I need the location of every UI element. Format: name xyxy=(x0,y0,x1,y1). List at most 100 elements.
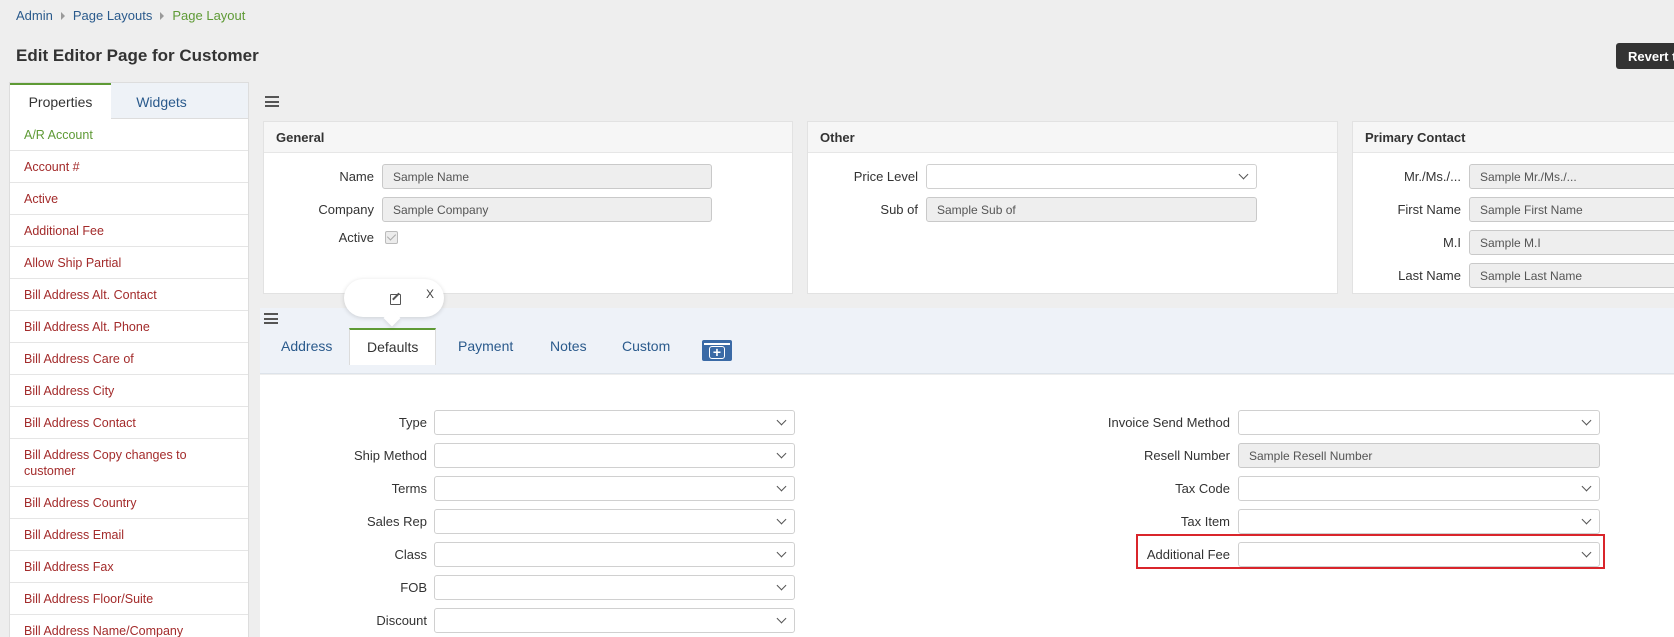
additional-fee-highlight xyxy=(1136,534,1605,569)
property-item[interactable]: Allow Ship Partial xyxy=(10,247,248,279)
property-item[interactable]: Bill Address Alt. Phone xyxy=(10,311,248,343)
fob-label: FOB xyxy=(400,580,427,595)
first-name-field[interactable]: Sample First Name xyxy=(1469,197,1674,222)
chevron-down-icon xyxy=(776,448,787,459)
chevron-down-icon xyxy=(1581,481,1592,492)
page-title: Edit Editor Page for Customer xyxy=(16,46,259,65)
add-tab-icon[interactable]: + xyxy=(702,340,732,361)
property-item[interactable]: Bill Address Fax xyxy=(10,551,248,583)
tax-code-select[interactable] xyxy=(1238,476,1600,501)
class-label: Class xyxy=(394,547,427,562)
plus-icon: + xyxy=(709,345,725,359)
tab-payment[interactable]: Payment xyxy=(458,328,513,364)
resell-number-label: Resell Number xyxy=(1144,448,1230,463)
chevron-down-icon xyxy=(776,514,787,525)
property-item[interactable]: A/R Account xyxy=(10,119,248,151)
other-panel: Other Price Level Sub of Sample Sub of xyxy=(807,121,1338,294)
primary-contact-title: Primary Contact xyxy=(1353,122,1674,153)
company-label: Company xyxy=(318,202,374,217)
tax-code-label: Tax Code xyxy=(1175,481,1230,496)
terms-select[interactable] xyxy=(434,476,795,501)
last-name-label: Last Name xyxy=(1398,268,1461,283)
sub-of-label: Sub of xyxy=(880,202,918,217)
hamburger-menu-icon[interactable] xyxy=(265,96,279,107)
properties-list: A/R Account Account # Active Additional … xyxy=(10,119,248,637)
revert-button[interactable]: Revert t xyxy=(1616,43,1674,69)
price-level-label: Price Level xyxy=(853,169,918,184)
property-item[interactable]: Bill Address Name/Company xyxy=(10,615,248,637)
mi-label: M.I xyxy=(1442,235,1461,250)
property-item[interactable]: Account # xyxy=(10,151,248,183)
ship-method-label: Ship Method xyxy=(354,448,427,463)
tab-address[interactable]: Address xyxy=(281,328,332,364)
tab-defaults[interactable]: Defaults xyxy=(349,328,437,365)
tax-item-select[interactable] xyxy=(1238,509,1600,534)
property-item[interactable]: Additional Fee xyxy=(10,215,248,247)
property-item[interactable]: Bill Address Copy changes to customer xyxy=(10,439,248,487)
chevron-down-icon xyxy=(776,547,787,558)
chevron-down-icon xyxy=(776,580,787,591)
type-select[interactable] xyxy=(434,410,795,435)
property-item[interactable]: Active xyxy=(10,183,248,215)
defaults-content: Type Ship Method Terms Sales Rep Class F… xyxy=(260,375,1674,637)
ship-method-select[interactable] xyxy=(434,443,795,468)
sub-of-field[interactable]: Sample Sub of xyxy=(926,197,1257,222)
close-icon[interactable]: X xyxy=(426,287,434,301)
discount-select[interactable] xyxy=(434,608,795,633)
property-item[interactable]: Bill Address Alt. Contact xyxy=(10,279,248,311)
discount-label: Discount xyxy=(376,613,427,628)
invoice-send-method-select[interactable] xyxy=(1238,410,1600,435)
breadcrumb-current: Page Layout xyxy=(172,8,246,23)
mi-field[interactable]: Sample M.I xyxy=(1469,230,1674,255)
property-item[interactable]: Bill Address Care of xyxy=(10,343,248,375)
mr-ms-label: Mr./Ms./... xyxy=(1403,169,1461,184)
chevron-down-icon xyxy=(776,481,787,492)
active-label: Active xyxy=(338,230,374,245)
edit-icon[interactable] xyxy=(390,294,401,305)
tab-custom[interactable]: Custom xyxy=(622,328,670,364)
active-checkbox[interactable] xyxy=(385,231,398,244)
name-field[interactable]: Sample Name xyxy=(382,164,712,189)
first-name-label: First Name xyxy=(1397,202,1461,217)
fob-select[interactable] xyxy=(434,575,795,600)
sales-rep-label: Sales Rep xyxy=(367,514,427,529)
breadcrumb-page-layouts[interactable]: Page Layouts xyxy=(73,8,153,23)
property-item[interactable]: Bill Address Email xyxy=(10,519,248,551)
chevron-down-icon xyxy=(1581,415,1592,426)
type-label: Type xyxy=(398,415,427,430)
left-tabs: Properties Widgets xyxy=(10,83,248,119)
property-item[interactable]: Bill Address Floor/Suite xyxy=(10,583,248,615)
tab-properties[interactable]: Properties xyxy=(10,83,111,119)
properties-panel: Properties Widgets A/R Account Account #… xyxy=(9,82,249,637)
tabs-bar: Address Defaults Payment Notes Custom xyxy=(260,308,1674,374)
invoice-send-method-label: Invoice Send Method xyxy=(1107,415,1230,430)
chevron-down-icon xyxy=(1581,514,1592,525)
resell-number-field[interactable]: Sample Resell Number xyxy=(1238,443,1600,468)
chevron-down-icon xyxy=(776,613,787,624)
hamburger-menu-icon[interactable] xyxy=(264,313,278,324)
sales-rep-select[interactable] xyxy=(434,509,795,534)
price-level-select[interactable] xyxy=(926,164,1257,189)
breadcrumb-separator-icon xyxy=(60,11,65,20)
mr-ms-field[interactable]: Sample Mr./Ms./... xyxy=(1469,164,1674,189)
tab-widgets[interactable]: Widgets xyxy=(111,83,212,118)
general-panel: General Name Sample Name Company Sample … xyxy=(263,121,793,294)
property-item[interactable]: Bill Address Contact xyxy=(10,407,248,439)
class-select[interactable] xyxy=(434,542,795,567)
other-panel-title: Other xyxy=(808,122,1337,153)
primary-contact-panel: Primary Contact Mr./Ms./... Sample Mr./M… xyxy=(1352,121,1674,294)
property-item[interactable]: Bill Address Country xyxy=(10,487,248,519)
last-name-field[interactable]: Sample Last Name xyxy=(1469,263,1674,288)
chevron-down-icon xyxy=(1238,169,1249,180)
chevron-down-icon xyxy=(776,415,787,426)
general-panel-title: General xyxy=(264,122,792,153)
tab-edit-popover: X xyxy=(344,279,444,317)
breadcrumb-separator-icon xyxy=(160,11,165,20)
tab-notes[interactable]: Notes xyxy=(550,328,587,364)
name-label: Name xyxy=(339,169,374,184)
breadcrumb-admin[interactable]: Admin xyxy=(16,8,53,23)
company-field[interactable]: Sample Company xyxy=(382,197,712,222)
tax-item-label: Tax Item xyxy=(1180,514,1230,529)
breadcrumb: Admin Page Layouts Page Layout xyxy=(16,8,245,23)
property-item[interactable]: Bill Address City xyxy=(10,375,248,407)
